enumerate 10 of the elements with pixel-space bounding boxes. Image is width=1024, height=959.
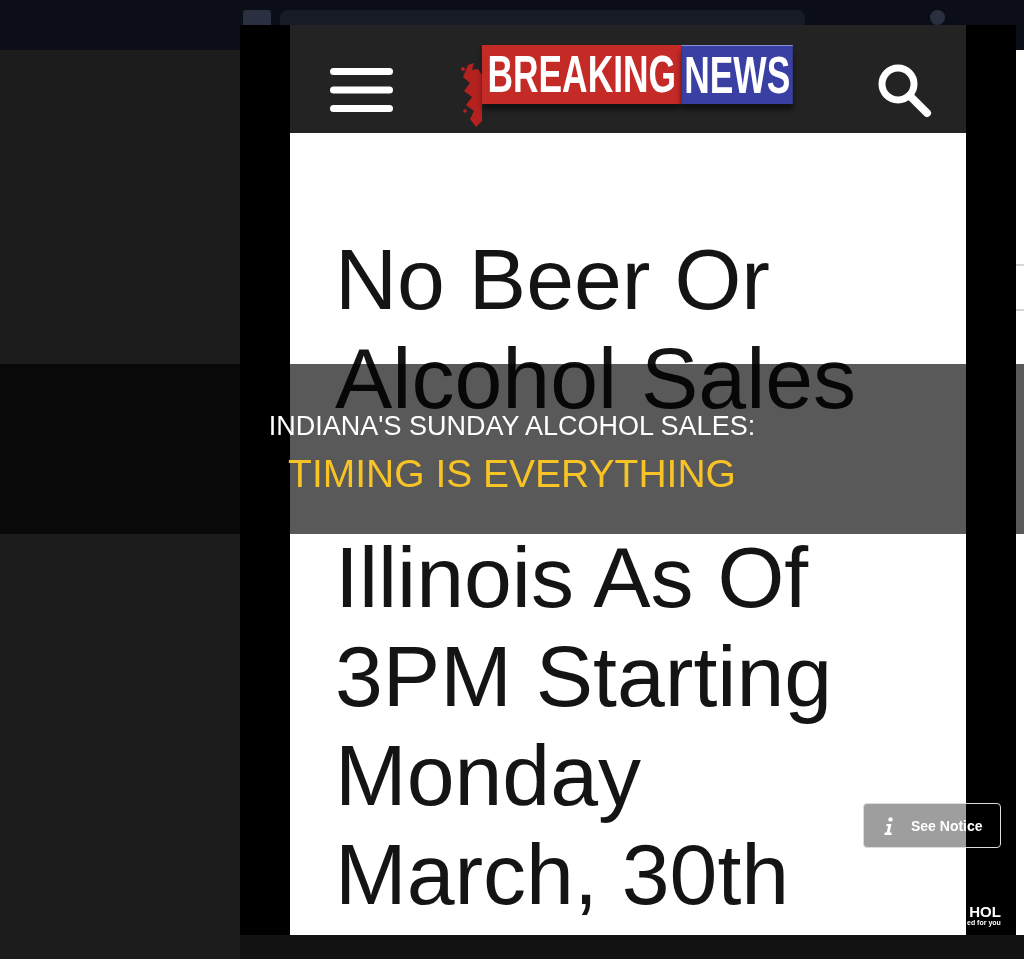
site-logo-icon[interactable]: [243, 10, 271, 25]
menu-icon: [330, 68, 393, 112]
headline-text: Illinois As Of 3PM Starting Monday March, 30th: [335, 528, 833, 924]
logo-banner-text: NEWS: [681, 45, 793, 104]
avatar-icon[interactable]: [930, 10, 945, 25]
search-icon: [876, 62, 932, 118]
logo-banner-text: BREAKING: [482, 45, 682, 104]
logo-wordmark: HOL: [969, 905, 1001, 919]
search-field[interactable]: [280, 10, 805, 25]
info-icon: [884, 816, 894, 835]
